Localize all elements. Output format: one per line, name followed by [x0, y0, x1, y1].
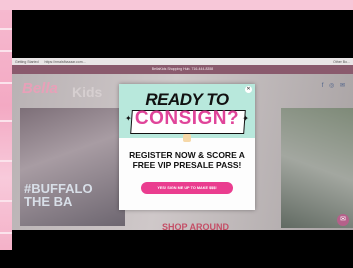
decorative-frame-top: [0, 0, 353, 10]
bookmark-item[interactable]: Getting Started: [15, 60, 39, 64]
consign-popup: ✕ READY TO CONSIGN? ✦ ✦ REGISTER NOW & S…: [119, 84, 255, 210]
decorative-frame-left: [0, 10, 12, 250]
bookmark-item[interactable]: https://rmalsfbazaar.com...: [45, 60, 86, 64]
hero-hashtag: #BUFFALO THE BA: [24, 182, 93, 208]
sparkle-icon: ✦: [242, 114, 249, 123]
social-icons[interactable]: f ◎ ✉: [322, 82, 347, 89]
signup-button[interactable]: YES! SIGN ME UP TO MAKE $$$!: [141, 182, 233, 194]
site-logo[interactable]: Bella: [22, 80, 58, 97]
hanger-icon: [183, 134, 191, 142]
sparkle-icon: ✦: [125, 114, 132, 123]
popup-title-line1: READY TO: [145, 90, 229, 109]
other-bookmarks[interactable]: Other Bo...: [333, 60, 353, 64]
bottom-black-bar: [12, 230, 353, 260]
announcement-bar: BellaKids Shopping Hub. 716-444-8358: [12, 65, 353, 74]
partial-heading: SHOP AROUND: [162, 222, 230, 230]
side-photo: [281, 108, 353, 228]
chat-icon[interactable]: ✉: [337, 214, 349, 226]
site-logo-tail: Kids: [72, 84, 103, 100]
hashtag-text: #BUFFALO THE BA: [24, 181, 93, 209]
bookmarks-bar: Getting Started https://rmalsfbazaar.com…: [12, 58, 353, 65]
popup-title-line2: CONSIGN?: [134, 108, 240, 129]
popup-message: REGISTER NOW & SCORE A FREE VIP PRESALE …: [129, 150, 245, 170]
